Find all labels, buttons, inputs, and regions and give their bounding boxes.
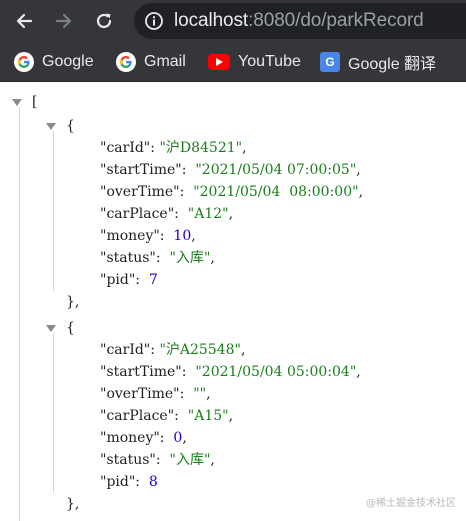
json-key: "status" bbox=[100, 250, 156, 266]
json-entry-carPlace: "carPlace": "A15", bbox=[100, 408, 234, 424]
json-key: "overTime" bbox=[100, 184, 180, 200]
reload-button[interactable] bbox=[90, 7, 118, 35]
google-icon bbox=[116, 52, 136, 72]
json-entry-startTime: "startTime": "2021/05/04 05:00:04", bbox=[100, 364, 361, 380]
json-object-open: { bbox=[66, 118, 75, 134]
json-object-close: }, bbox=[66, 496, 80, 512]
bookmark-label: Google 翻译 bbox=[348, 56, 437, 73]
forward-button[interactable] bbox=[50, 7, 78, 35]
json-key: "pid" bbox=[100, 474, 136, 490]
indent-guide bbox=[53, 131, 54, 291]
bookmark-gmail[interactable]: Gmail bbox=[116, 51, 186, 73]
json-string-value: "2021/05/04 05:00:04" bbox=[195, 364, 357, 380]
json-object-open: { bbox=[66, 320, 75, 336]
json-viewer: [ { "carId": "沪D84521", "startTime": "20… bbox=[0, 83, 466, 521]
json-string-value: "A12" bbox=[187, 206, 229, 222]
json-object-close: }, bbox=[66, 294, 80, 310]
json-entry-startTime: "startTime": "2021/05/04 07:00:05", bbox=[100, 162, 361, 178]
json-entry-status: "status": "入库", bbox=[100, 250, 215, 266]
json-entry-carPlace: "carPlace": "A12", bbox=[100, 206, 234, 222]
json-key: "overTime" bbox=[100, 386, 180, 402]
info-icon[interactable] bbox=[144, 11, 164, 31]
json-key: "carPlace" bbox=[100, 206, 175, 222]
json-entry-overTime: "overTime": "", bbox=[100, 386, 211, 402]
json-string-value: "" bbox=[193, 386, 207, 402]
json-string-value: "A15" bbox=[187, 408, 229, 424]
json-entry-pid: "pid": 7 bbox=[100, 272, 158, 288]
arrow-right-icon bbox=[55, 13, 72, 29]
bookmark-label: Google bbox=[42, 53, 94, 70]
bookmarks-bar: Google Gmail YouTube G Google 翻译 bbox=[0, 42, 466, 114]
json-string-value: "入库" bbox=[169, 452, 211, 468]
json-entry-carId: "carId": "沪A25548", bbox=[100, 342, 246, 358]
bookmark-label: Gmail bbox=[144, 53, 186, 70]
json-key: "startTime" bbox=[100, 162, 182, 178]
url-path: :8080/do/parkRecord bbox=[248, 10, 424, 31]
json-entry-pid: "pid": 8 bbox=[100, 474, 158, 490]
json-number-value: 7 bbox=[148, 272, 158, 288]
json-key: "pid" bbox=[100, 272, 136, 288]
bookmark-google[interactable]: Google bbox=[14, 51, 94, 73]
back-button[interactable] bbox=[10, 7, 38, 35]
indent-guide bbox=[19, 107, 20, 521]
json-number-value: 0 bbox=[173, 430, 183, 446]
json-key: "carPlace" bbox=[100, 408, 175, 424]
arrow-left-icon bbox=[16, 13, 33, 29]
browser-toolbar: localhost:8080/do/parkRecord bbox=[0, 0, 466, 42]
json-key: "startTime" bbox=[100, 364, 182, 380]
google-icon bbox=[14, 52, 34, 72]
json-entry-carId: "carId": "沪D84521", bbox=[100, 140, 247, 156]
bookmark-google-translate[interactable]: G Google 翻译 bbox=[320, 51, 436, 73]
json-key: "status" bbox=[100, 452, 156, 468]
json-entry-money: "money": 0, bbox=[100, 430, 187, 446]
json-string-value: "沪A25548" bbox=[159, 342, 241, 358]
json-string-value: "入库" bbox=[169, 250, 211, 266]
watermark: @稀土掘金技术社区 bbox=[366, 498, 456, 509]
collapse-toggle-icon[interactable] bbox=[46, 123, 56, 130]
indent-guide bbox=[53, 333, 54, 493]
json-key: "money" bbox=[100, 228, 160, 244]
collapse-toggle-icon[interactable] bbox=[12, 99, 22, 106]
youtube-icon bbox=[208, 54, 230, 70]
json-number-value: 10 bbox=[173, 228, 192, 244]
json-entry-overTime: "overTime": "2021/05/04 08:00:00", bbox=[100, 184, 364, 200]
url-text[interactable]: localhost:8080/do/parkRecord bbox=[174, 10, 424, 32]
json-key: "carId" bbox=[100, 342, 151, 358]
json-string-value: "2021/05/04 08:00:00" bbox=[193, 184, 359, 200]
json-key: "carId" bbox=[100, 140, 151, 156]
json-string-value: "沪D84521" bbox=[159, 140, 243, 156]
json-number-value: 8 bbox=[148, 474, 158, 490]
json-entry-money: "money": 10, bbox=[100, 228, 196, 244]
bookmark-youtube[interactable]: YouTube bbox=[208, 51, 301, 73]
json-open-bracket: [ bbox=[32, 94, 38, 110]
url-host: localhost bbox=[174, 10, 249, 31]
json-entry-status: "status": "入库", bbox=[100, 452, 215, 468]
json-key: "money" bbox=[100, 430, 160, 446]
reload-icon bbox=[96, 13, 112, 29]
address-bar[interactable]: localhost:8080/do/parkRecord bbox=[134, 3, 466, 39]
json-string-value: "2021/05/04 07:00:05" bbox=[195, 162, 357, 178]
bookmark-label: YouTube bbox=[238, 53, 301, 70]
collapse-toggle-icon[interactable] bbox=[46, 325, 56, 332]
google-translate-icon: G bbox=[320, 52, 340, 72]
